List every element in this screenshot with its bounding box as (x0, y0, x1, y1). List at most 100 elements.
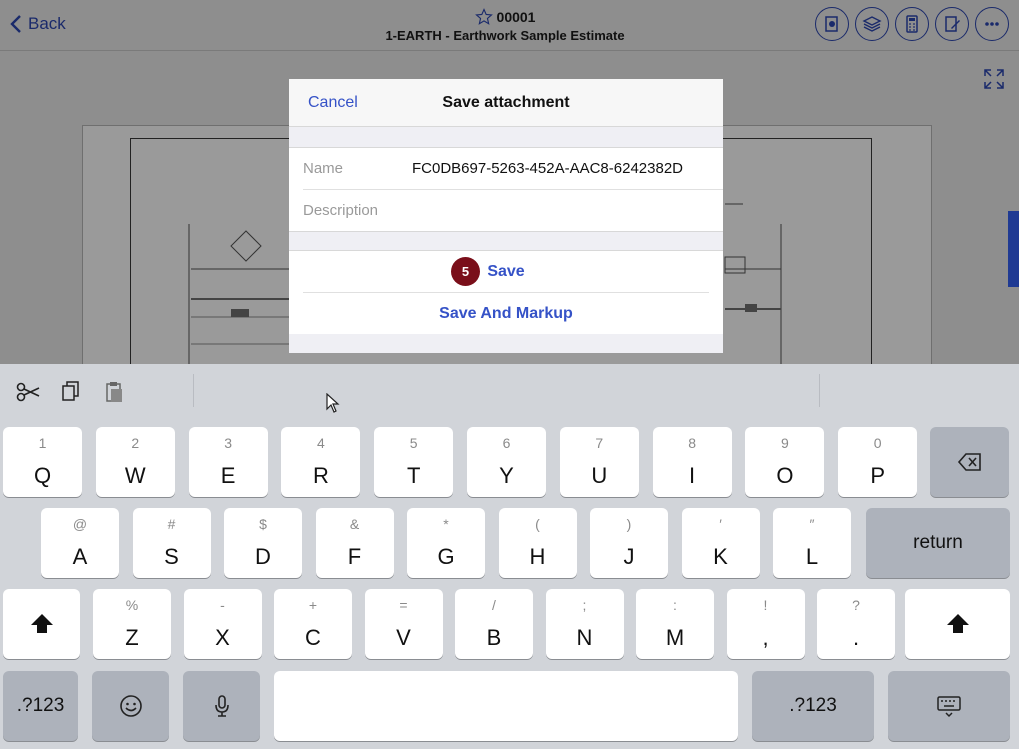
key-g[interactable]: * G (407, 508, 485, 578)
key-secondary-label: ) (626, 516, 632, 532)
key-label: P (870, 463, 886, 488)
key-q[interactable]: 1Q (3, 427, 82, 497)
key-secondary-label: 3 (224, 435, 232, 451)
key-label: D (255, 544, 271, 569)
key-i[interactable]: 8I (652, 427, 732, 497)
key-period[interactable]: ?. (817, 589, 895, 659)
description-input[interactable]: Description (303, 202, 378, 219)
key-h[interactable]: (H (498, 508, 577, 578)
key-e[interactable]: 3E (188, 427, 268, 497)
key-z[interactable]: % Z (93, 589, 171, 659)
key-x[interactable]: -X (183, 589, 262, 659)
calculator-button[interactable] (895, 7, 929, 41)
cut-icon[interactable] (15, 379, 41, 405)
keyboard-dismiss-icon (937, 696, 961, 718)
key-secondary-label: ! (763, 597, 768, 613)
key-label: , (762, 625, 769, 650)
name-field-row[interactable]: Name FC0DB697-5263-452A-AAC8-6242382D (289, 148, 723, 189)
key-s[interactable]: # S (132, 508, 211, 578)
key-label: Y (499, 463, 514, 488)
emoji-key[interactable] (92, 671, 169, 741)
key-secondary-label: 9 (780, 435, 789, 451)
side-panel-handle[interactable] (1008, 211, 1019, 287)
key-a[interactable]: @ A (41, 508, 119, 578)
key-j[interactable]: ) J (590, 508, 668, 578)
hide-keyboard-key[interactable] (888, 671, 1010, 741)
key-label: Z (125, 625, 139, 650)
key-k[interactable]: ′ K (681, 508, 760, 578)
key-label: X (215, 625, 230, 650)
key-secondary-label: ′ (719, 516, 722, 532)
key-secondary-label: - (220, 597, 225, 613)
key-label: B (486, 625, 502, 650)
key-label: H (529, 544, 546, 569)
key-label: return (913, 532, 963, 553)
pin-sheet-button[interactable] (815, 7, 849, 41)
save-and-markup-label: Save And Markup (439, 305, 573, 322)
key-y[interactable]: 6Y (467, 427, 546, 497)
key-v[interactable]: = V (364, 589, 443, 659)
key-secondary-label: / (492, 597, 496, 613)
key-label: .?123 (16, 695, 65, 716)
return-key[interactable]: return (866, 508, 1010, 578)
numbers-key-left[interactable]: .?123 (3, 671, 78, 741)
key-secondary-label: 7 (595, 435, 604, 451)
key-c[interactable]: + C (274, 589, 352, 659)
key-label: V (396, 625, 411, 650)
emoji-icon (119, 695, 142, 717)
save-and-markup-button[interactable]: Save And Markup (303, 292, 709, 334)
key-label: W (124, 463, 146, 488)
key-f[interactable]: & F (315, 508, 394, 578)
numbers-key-right[interactable]: .?123 (752, 671, 874, 741)
markup-edit-icon (945, 16, 960, 32)
key-label: T (406, 463, 421, 488)
more-button[interactable] (975, 7, 1009, 41)
copy-icon[interactable] (58, 379, 84, 405)
key-comma[interactable]: !, (726, 589, 805, 659)
backspace-key[interactable] (930, 427, 1009, 497)
key-label: .?123 (789, 695, 837, 716)
name-label: Name (303, 160, 344, 177)
layers-button[interactable] (855, 7, 889, 41)
key-w[interactable]: 2W (95, 427, 175, 497)
key-label: . (852, 625, 860, 650)
key-p[interactable]: 0P (838, 427, 918, 497)
dictation-key[interactable] (183, 671, 260, 741)
page-title: 00001 1-EARTH - Earthwork Sample Estimat… (330, 8, 680, 43)
key-secondary-label: 1 (38, 435, 47, 451)
key-label: S (164, 544, 179, 569)
key-m[interactable]: :M (636, 589, 714, 659)
key-r[interactable]: 4R (281, 427, 361, 497)
key-t[interactable]: 5T (374, 427, 454, 497)
onscreen-keyboard: 1 Q 2 W 3 E 4 R 5 T 6 Y 7 U 8 I 9 O 0 P @ A # S $ D & F * G(H) J ′ K ″ Lre… (0, 364, 1019, 749)
title-number: 00001 (496, 9, 536, 25)
description-field-row[interactable]: Description (303, 189, 723, 231)
key-n[interactable]: ; N (545, 589, 624, 659)
key-secondary-label: 8 (688, 435, 696, 451)
shift-key-left[interactable] (3, 589, 80, 659)
keyboard-shortcut-bar (0, 364, 1019, 418)
microphone-icon (214, 695, 229, 717)
key-label: F (347, 544, 362, 569)
markup-edit-button[interactable] (935, 7, 969, 41)
layers-icon (862, 16, 882, 32)
back-button[interactable]: Back (10, 14, 66, 34)
dialog-actions: 5 Save Save And Markup (289, 250, 723, 334)
key-label: K (713, 544, 728, 569)
paste-icon[interactable] (101, 379, 127, 405)
space-key[interactable] (274, 671, 738, 741)
save-button[interactable]: 5 Save (289, 251, 723, 292)
shift-key-right[interactable] (905, 589, 1010, 659)
name-input[interactable]: FC0DB697-5263-452A-AAC8-6242382D (412, 160, 683, 177)
key-l[interactable]: ″ L (773, 508, 851, 578)
key-secondary-label: ( (535, 516, 540, 532)
expand-icon[interactable] (983, 68, 1005, 90)
key-u[interactable]: 7U (559, 427, 639, 497)
key-b[interactable]: / B (455, 589, 533, 659)
key-label: I (689, 463, 696, 488)
star-icon[interactable] (474, 8, 493, 26)
key-o[interactable]: 9O (745, 427, 825, 497)
key-label: R (312, 463, 329, 488)
key-d[interactable]: $ D (224, 508, 302, 578)
mouse-pointer-icon (326, 393, 340, 413)
